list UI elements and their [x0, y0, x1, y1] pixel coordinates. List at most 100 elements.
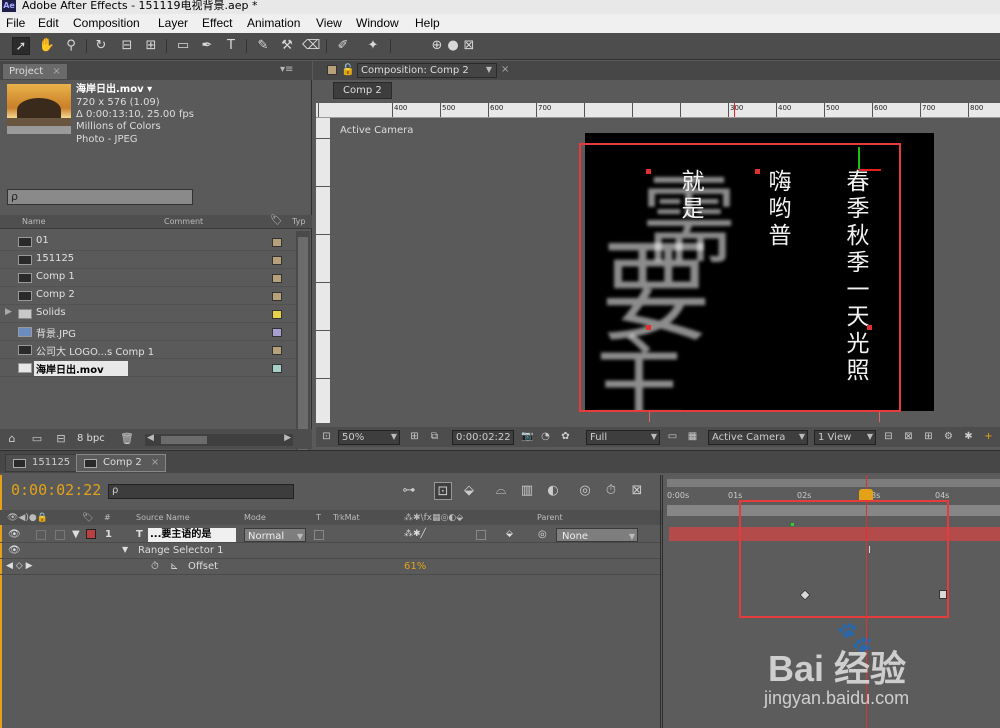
3d-layer-icon[interactable]: ⬙ [506, 529, 513, 539]
project-search-input[interactable]: ρ [7, 189, 193, 205]
puppet-pin-tool-icon[interactable]: ✦ [364, 37, 382, 55]
hand-tool-icon[interactable]: ✋ [38, 37, 56, 55]
offset-keyframe[interactable] [939, 590, 947, 599]
new-composition-icon[interactable]: ⊟ [54, 433, 68, 445]
label-color-swatch[interactable] [272, 346, 282, 355]
label-color-swatch[interactable] [272, 238, 282, 247]
brush-tool-icon[interactable]: ✎ [254, 37, 272, 55]
close-icon[interactable]: × [151, 457, 159, 468]
composition-mini-flowchart-icon[interactable]: ⊶ [400, 482, 418, 500]
orbit-camera-icon[interactable]: ⊟ [118, 37, 136, 55]
project-item-01[interactable]: 01 [0, 233, 296, 251]
column-source-name[interactable]: Source Name [136, 513, 190, 522]
column-name[interactable]: Name [22, 217, 46, 226]
type-tool-icon[interactable]: T [222, 37, 240, 55]
bit-depth-button[interactable]: 8 bpc [77, 433, 105, 444]
project-item-comp-2[interactable]: Comp 2 [0, 287, 296, 305]
project-item-151125[interactable]: 151125 [0, 251, 296, 269]
footage-name[interactable]: 海岸日出.mov ▾ [76, 84, 152, 96]
brainstorm-icon[interactable]: ◎ [576, 482, 594, 500]
channel-icon[interactable]: ✿ [559, 431, 572, 443]
expand-triangle-icon[interactable]: ▶ [5, 307, 12, 317]
fast-previews-icon[interactable]: ⊠ [902, 431, 915, 443]
zoom-tool-icon[interactable]: ⚲ [62, 37, 80, 55]
keyframe-navigator-icon[interactable]: ◀ ◇ ▶ [6, 561, 33, 571]
project-tab[interactable]: Project × [2, 63, 68, 79]
label-color-swatch[interactable] [86, 529, 96, 539]
parent-dropdown[interactable]: None ▼ [556, 528, 638, 542]
rectangle-tool-icon[interactable]: ▭ [174, 37, 192, 55]
label-color-swatch[interactable] [272, 310, 282, 319]
exposure-icon[interactable]: ✱ [962, 431, 975, 443]
selection-tool-icon[interactable]: ➚ [12, 37, 30, 55]
toggle-pixel-aspect-icon[interactable]: ⊟ [882, 431, 895, 443]
3d-view-dropdown[interactable]: Active Camera ▼ [708, 430, 808, 445]
motion-blur-icon[interactable]: ◐ [544, 482, 562, 500]
label-tag-icon[interactable]: 🏷 [270, 215, 283, 226]
visibility-eye-icon[interactable]: 👁 [8, 545, 21, 556]
lock-icon[interactable]: 🔓 [341, 63, 355, 76]
offset-property-row[interactable]: ◀ ◇ ▶ ⏱ ⊾ Offset 61% [0, 559, 662, 575]
layer-name[interactable]: ...要主语的是 [148, 528, 236, 542]
menu-composition[interactable]: Composition [73, 16, 140, 30]
project-horizontal-scrollbar[interactable]: ◀ ▶ [145, 433, 293, 446]
frame-blending-icon[interactable]: ▥ [518, 482, 536, 500]
live-update-icon[interactable]: ⊡ [434, 482, 452, 500]
new-folder-icon[interactable]: ▭ [30, 433, 44, 445]
menu-layer[interactable]: Layer [158, 16, 188, 30]
label-color-swatch[interactable] [272, 364, 282, 373]
composition-dropdown[interactable]: Composition: Comp 2 ▼ [357, 63, 497, 78]
column-parent[interactable]: Parent [537, 513, 563, 522]
timeline-tab-151125[interactable]: 151125 [5, 454, 78, 472]
comp-2-viewer-tab[interactable]: Comp 2 [333, 82, 392, 99]
project-item-sunrise-mov[interactable]: 海岸日出.mov [0, 359, 296, 377]
show-snapshot-icon[interactable]: ◔ [539, 431, 552, 443]
timeline-tab-comp-2[interactable]: Comp 2 × [76, 454, 167, 472]
magnification-dropdown[interactable]: 50% ▼ [338, 430, 400, 445]
playhead-handle[interactable] [858, 489, 873, 500]
snapshot-icon[interactable]: 📷 [521, 431, 534, 443]
always-preview-icon[interactable]: ⊡ [320, 431, 333, 443]
timeline-panel-icon[interactable]: ⊞ [922, 431, 935, 443]
visibility-eye-icon[interactable]: 👁 [8, 529, 21, 540]
expand-triangle-icon[interactable]: ▼ [122, 545, 128, 554]
project-item-comp-1[interactable]: Comp 1 [0, 269, 296, 287]
column-type[interactable]: Typ [292, 217, 305, 226]
roto-brush-tool-icon[interactable]: ✐ [334, 37, 352, 55]
rotate-tool-icon[interactable]: ↻ [92, 37, 110, 55]
menu-file[interactable]: File [6, 16, 25, 30]
close-icon[interactable]: × [501, 64, 509, 75]
label-color-swatch[interactable] [272, 328, 282, 337]
menu-help[interactable]: Help [415, 16, 440, 30]
column-comment[interactable]: Comment [164, 217, 203, 226]
region-of-interest-icon[interactable]: ▭ [666, 431, 679, 443]
timeline-current-time[interactable]: 0:00:02:22 [11, 481, 101, 499]
column-trkmat[interactable]: TrkMat [333, 513, 360, 522]
project-item-bg-jpg[interactable]: 背景.JPG [0, 323, 296, 341]
menu-window[interactable]: Window [356, 16, 399, 30]
work-area-bar[interactable] [667, 479, 1000, 487]
graph-icon[interactable]: ⊾ [170, 561, 178, 572]
preserve-transparency-checkbox[interactable] [314, 530, 324, 540]
resolution-dropdown[interactable]: Full ▼ [586, 430, 660, 445]
choose-grid-icon[interactable]: ⊞ [408, 431, 421, 443]
label-color-swatch[interactable] [272, 292, 282, 301]
clone-stamp-tool-icon[interactable]: ⚒ [278, 37, 296, 55]
view-layout-dropdown[interactable]: 1 View ▼ [814, 430, 876, 445]
trash-icon[interactable]: 🗑 [120, 433, 134, 445]
range-selector-row[interactable]: 👁 ▼ Range Selector 1 [0, 543, 662, 559]
draft-3d-icon[interactable]: ⬙ [460, 482, 478, 500]
interpret-footage-icon[interactable]: ⌂ [5, 433, 19, 445]
view-axis-icon[interactable]: ⊠ [460, 37, 478, 55]
exposure-value-icon[interactable]: + [982, 431, 995, 443]
current-time-field[interactable]: 0:00:02:22 [452, 430, 514, 445]
lock-checkbox[interactable] [55, 530, 65, 540]
solo-checkbox[interactable] [36, 530, 46, 540]
graph-editor-icon[interactable]: ⊠ [628, 482, 646, 500]
pick-whip-icon[interactable]: ◎ [538, 529, 547, 540]
blend-mode-dropdown[interactable]: Normal ▼ [244, 528, 306, 542]
close-icon[interactable]: × [52, 66, 60, 77]
expand-triangle-icon[interactable]: ▼ [72, 529, 80, 540]
composition-viewer[interactable]: Active Camera 需 要 主 就是 嗨哟普 春季秋季一天光照 [330, 118, 1000, 423]
label-color-swatch[interactable] [272, 256, 282, 265]
